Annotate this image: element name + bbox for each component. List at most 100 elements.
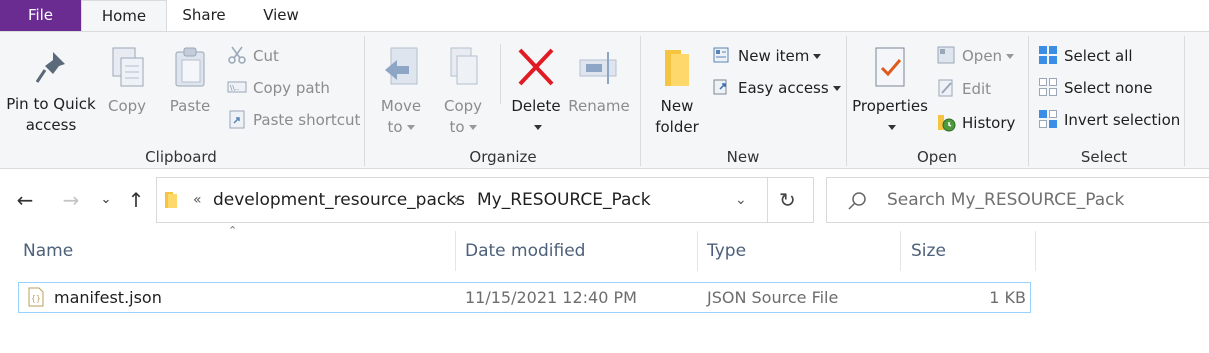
tab-view[interactable]: View bbox=[241, 0, 321, 31]
organize-divider bbox=[500, 44, 501, 104]
easy-access-dropdown-icon bbox=[832, 86, 841, 91]
select-all-icon bbox=[1038, 45, 1058, 65]
open-dropdown-icon bbox=[1006, 54, 1015, 59]
copy-label: Copy bbox=[107, 97, 147, 115]
rename-label: Rename bbox=[568, 97, 630, 115]
tab-file[interactable]: File bbox=[0, 0, 81, 31]
open-group-label: Open bbox=[916, 148, 958, 166]
file-name[interactable]: manifest.json bbox=[54, 283, 162, 312]
forward-arrow-icon[interactable]: → bbox=[58, 187, 84, 213]
copy-to-icon bbox=[450, 47, 478, 85]
edit-button[interactable]: Edit bbox=[936, 77, 991, 101]
copy-button[interactable]: Copy bbox=[102, 46, 152, 117]
copy-path-icon: \\.. bbox=[227, 77, 247, 97]
new-folder-label-line2: folder bbox=[655, 118, 699, 136]
paste-shortcut-icon bbox=[227, 109, 247, 129]
open-button[interactable]: Open bbox=[936, 44, 1015, 68]
json-file-icon: {} bbox=[28, 287, 44, 307]
address-overflow[interactable]: « bbox=[193, 178, 202, 222]
delete-label: Delete bbox=[511, 97, 561, 115]
column-header-type[interactable]: Type bbox=[699, 231, 899, 271]
rename-button[interactable]: Rename bbox=[568, 46, 630, 117]
select-none-button[interactable]: Select none bbox=[1038, 76, 1152, 100]
tab-share[interactable]: Share bbox=[167, 0, 241, 31]
properties-button[interactable]: Properties bbox=[852, 46, 928, 138]
column-divider[interactable] bbox=[455, 231, 456, 271]
address-dropdown-chevron-icon[interactable]: ⌄ bbox=[735, 178, 747, 222]
refresh-icon[interactable]: ↻ bbox=[779, 178, 796, 222]
file-type: JSON Source File bbox=[707, 288, 839, 307]
address-bar[interactable]: « development_resource_packs › My_RESOUR… bbox=[156, 177, 814, 223]
search-placeholder: Search My_RESOURCE_Pack bbox=[887, 190, 1125, 210]
copy-to-label-line1: Copy bbox=[443, 97, 483, 115]
paste-shortcut-button[interactable]: Paste shortcut bbox=[227, 108, 360, 132]
paste-label: Paste bbox=[169, 97, 211, 115]
clipboard-group-label: Clipboard bbox=[145, 148, 217, 166]
copy-to-button[interactable]: Copy to bbox=[436, 46, 490, 138]
back-arrow-icon[interactable]: ← bbox=[12, 187, 38, 213]
open-label: Open bbox=[962, 47, 1003, 65]
history-label: History bbox=[962, 114, 1016, 132]
clipboard-paste-icon bbox=[175, 47, 205, 87]
easy-access-label: Easy access bbox=[738, 79, 829, 97]
recent-locations-chevron-icon[interactable]: ⌄ bbox=[93, 187, 119, 213]
ribbon-home: Pin to Quick access Copy Paste Cut \\.. C… bbox=[0, 31, 1209, 169]
search-box[interactable]: Search My_RESOURCE_Pack bbox=[826, 177, 1209, 223]
scissors-icon bbox=[227, 45, 247, 65]
open-icon bbox=[936, 45, 956, 65]
cut-button[interactable]: Cut bbox=[227, 44, 279, 68]
new-item-icon bbox=[712, 45, 732, 65]
tab-home[interactable]: Home bbox=[81, 0, 167, 32]
invert-selection-label: Invert selection bbox=[1064, 111, 1181, 129]
column-header-name[interactable]: Name bbox=[15, 231, 455, 271]
column-divider[interactable] bbox=[697, 231, 698, 271]
group-divider bbox=[640, 36, 641, 166]
invert-selection-icon bbox=[1038, 109, 1058, 129]
select-none-label: Select none bbox=[1064, 79, 1153, 97]
delete-button[interactable]: Delete bbox=[508, 46, 564, 138]
ribbon-tab-strip: File Home Share View bbox=[0, 0, 1209, 32]
paste-button[interactable]: Paste bbox=[164, 46, 216, 117]
group-divider bbox=[846, 36, 847, 166]
new-item-dropdown-icon bbox=[813, 54, 822, 59]
new-folder-label-line1: New bbox=[660, 97, 694, 115]
group-divider bbox=[364, 36, 365, 166]
column-divider[interactable] bbox=[1035, 231, 1036, 271]
column-divider[interactable] bbox=[900, 231, 901, 271]
invert-selection-button[interactable]: Invert selection bbox=[1038, 108, 1180, 132]
breadcrumb-separator[interactable]: › bbox=[453, 178, 460, 222]
column-header-size[interactable]: Size bbox=[903, 231, 1033, 271]
properties-label: Properties bbox=[852, 97, 928, 115]
organize-group-label: Organize bbox=[469, 148, 537, 166]
properties-icon bbox=[875, 47, 905, 87]
breadcrumb-my-resource-pack[interactable]: My_RESOURCE_Pack bbox=[477, 178, 651, 222]
column-header-date-modified[interactable]: Date modified bbox=[457, 231, 697, 271]
move-to-icon bbox=[385, 47, 418, 85]
select-all-button[interactable]: Select all bbox=[1038, 44, 1133, 68]
select-none-icon bbox=[1038, 77, 1058, 97]
pin-to-quick-access-button[interactable]: Pin to Quick access bbox=[4, 48, 98, 136]
folder-icon bbox=[165, 192, 177, 208]
new-item-button[interactable]: New item bbox=[712, 44, 822, 68]
move-to-button[interactable]: Move to bbox=[374, 46, 428, 138]
edit-icon bbox=[936, 78, 956, 98]
file-date-modified: 11/15/2021 12:40 PM bbox=[465, 288, 637, 307]
table-row[interactable]: {} manifest.json 11/15/2021 12:40 PM JSO… bbox=[18, 282, 1031, 313]
pin-icon bbox=[35, 52, 65, 83]
breadcrumb-development-resource-packs[interactable]: development_resource_packs bbox=[213, 178, 465, 222]
history-button[interactable]: History bbox=[936, 111, 1015, 135]
svg-text:{}: {} bbox=[31, 294, 41, 303]
pin-label-line2: access bbox=[25, 116, 77, 134]
copy-path-button[interactable]: \\.. Copy path bbox=[227, 76, 330, 100]
move-to-label-line1: Move bbox=[380, 97, 422, 115]
svg-text:\\..: \\.. bbox=[230, 84, 239, 92]
new-folder-button[interactable]: New folder bbox=[648, 46, 706, 138]
paste-shortcut-label: Paste shortcut bbox=[253, 111, 361, 129]
copy-icon bbox=[112, 47, 144, 87]
copy-to-label-line2: to bbox=[436, 117, 490, 138]
easy-access-icon bbox=[712, 77, 732, 97]
up-arrow-icon[interactable]: ↑ bbox=[123, 187, 149, 213]
address-divider bbox=[767, 178, 768, 222]
group-divider bbox=[1028, 36, 1029, 166]
easy-access-button[interactable]: Easy access bbox=[712, 76, 841, 100]
